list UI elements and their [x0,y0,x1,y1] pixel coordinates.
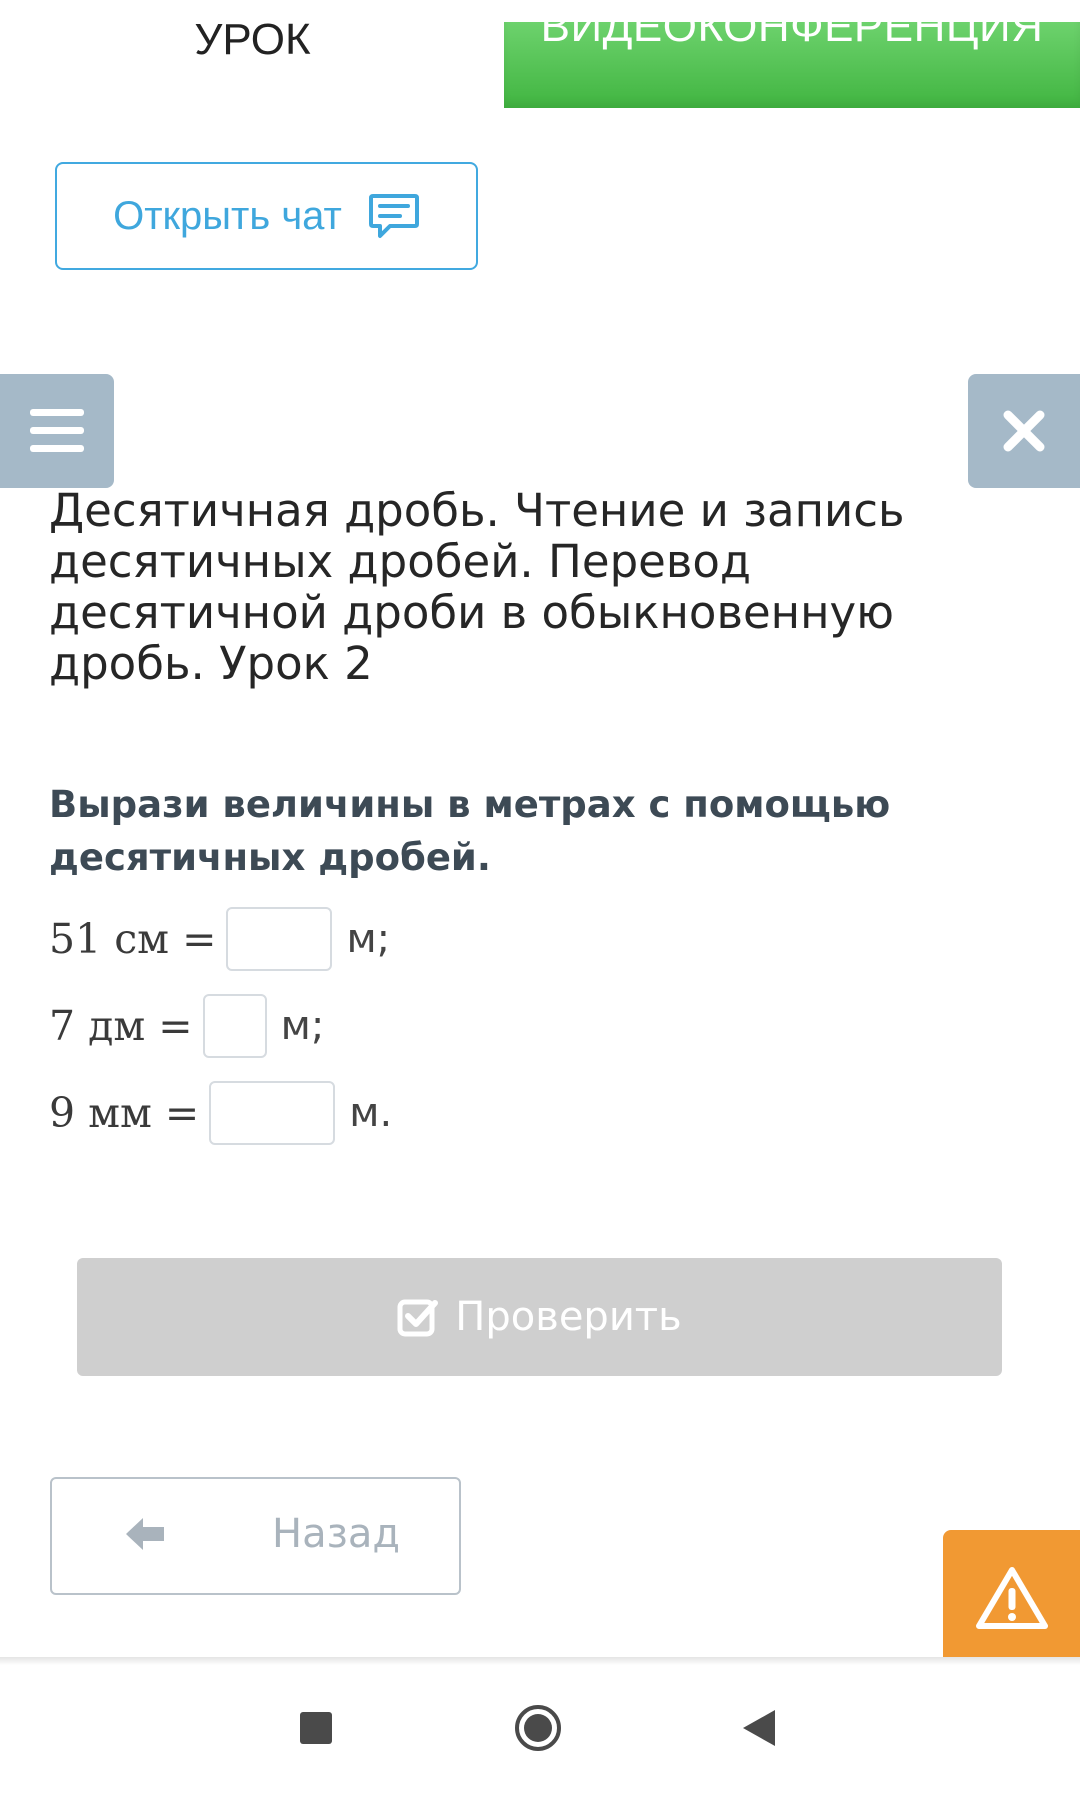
tab-lesson[interactable]: УРОК [0,0,505,108]
lesson-title: Десятичная дробь. Чтение и запись десяти… [49,484,905,690]
tab-videoconference[interactable]: ВИДЕОКОНФЕРЕНЦИЯ [504,22,1080,108]
equation-lhs: 7 дм = [49,1002,193,1050]
checkbox-icon [397,1299,439,1337]
tab-lesson-label: УРОК [194,15,311,64]
equation-row: 51 см = м; [49,906,390,972]
equation-row: 7 дм = м; [49,993,324,1059]
equation-unit: м. [349,1090,393,1136]
equation-row: 9 мм = м. [49,1080,392,1146]
back-button-label: Назад [272,1511,401,1557]
check-button[interactable]: Проверить [77,1258,1002,1376]
warning-icon [975,1566,1048,1629]
close-button[interactable] [968,374,1080,488]
open-chat-button[interactable]: Открыть чат [55,162,478,270]
check-button-label: Проверить [455,1294,682,1340]
answer-input-mm[interactable] [209,1081,336,1145]
equation-unit: м; [280,1003,325,1049]
equation-lhs: 9 мм = [49,1089,200,1137]
equation-unit: м; [346,916,391,962]
home-icon[interactable] [514,1704,562,1752]
recent-apps-icon[interactable] [300,1712,332,1744]
menu-button[interactable] [0,374,114,488]
answer-input-dm[interactable] [202,994,267,1058]
back-nav-icon[interactable] [741,1708,777,1748]
equation-lhs: 51 см = [49,915,217,963]
task-instruction: Вырази величины в метрах с помощью десят… [49,783,891,879]
chat-icon [368,194,419,238]
back-button[interactable]: Назад [50,1477,461,1595]
report-problem-button[interactable] [943,1530,1080,1665]
tab-videoconference-label: ВИДЕОКОНФЕРЕНЦИЯ [540,22,1044,51]
arrow-left-icon [126,1518,164,1550]
answer-input-cm[interactable] [226,907,333,971]
open-chat-label: Открыть чат [113,193,342,238]
close-icon [1003,410,1045,452]
hamburger-icon [30,409,84,452]
divider [0,1657,1080,1665]
